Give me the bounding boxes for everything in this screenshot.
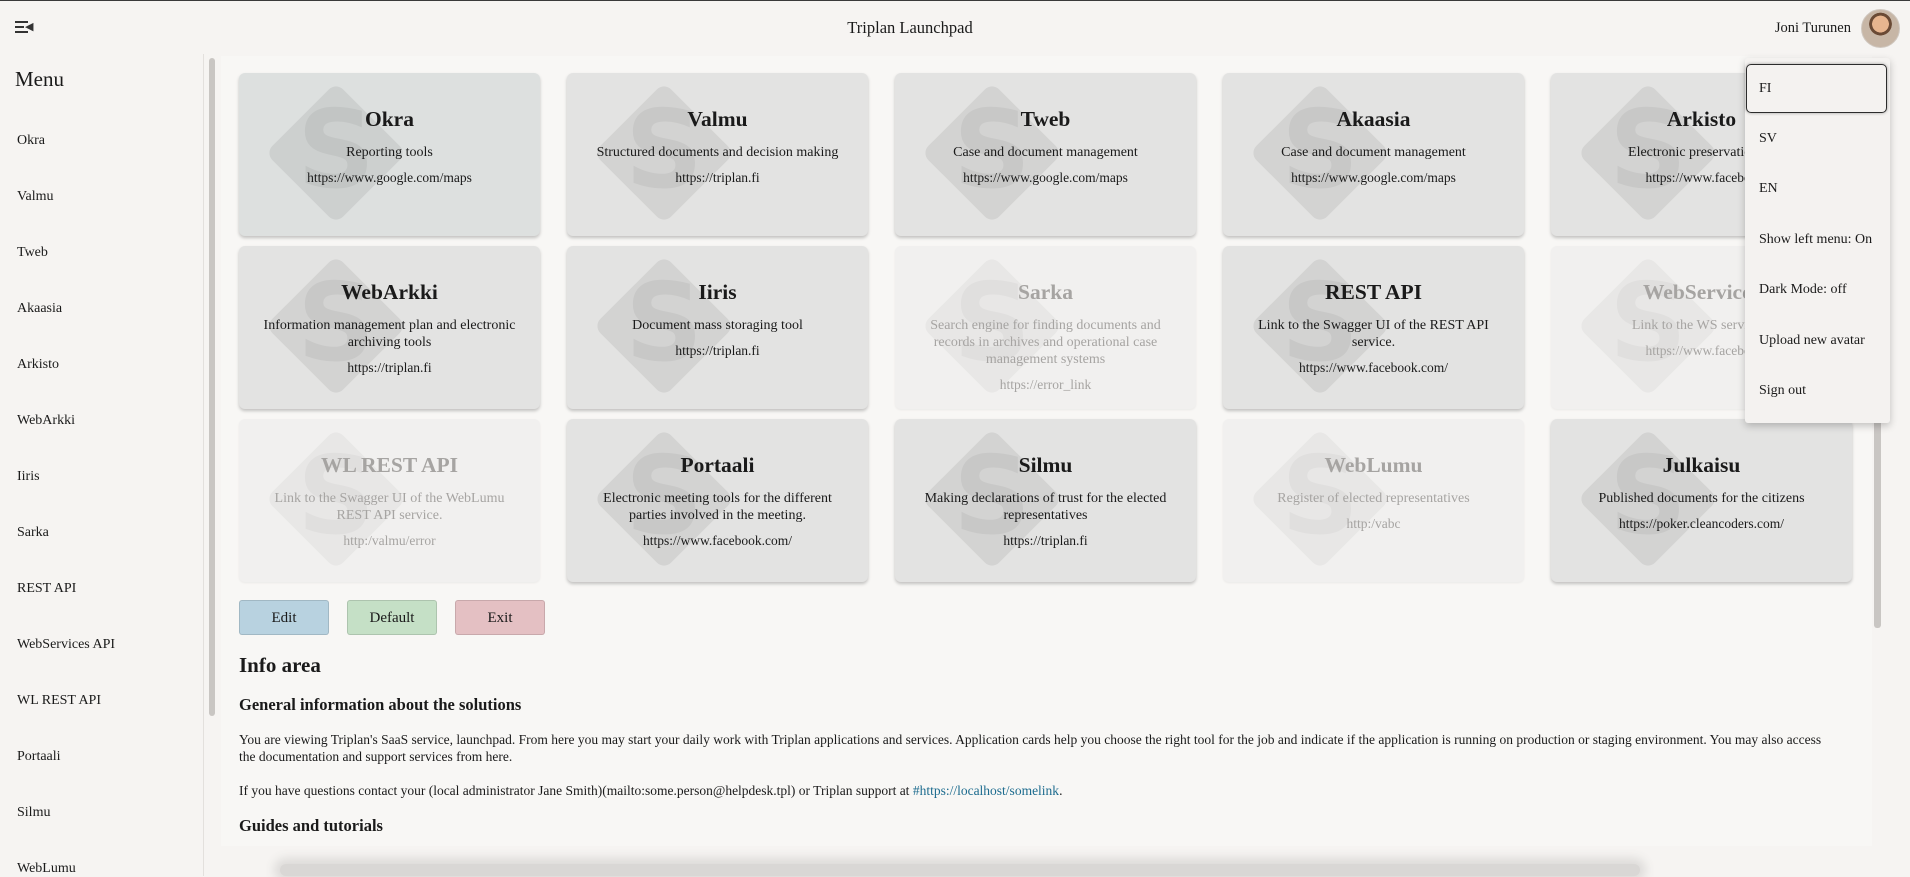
sidebar-item-valmu[interactable]: Valmu [17,189,54,205]
sidebar-item-weblumu[interactable]: WebLumu [17,861,76,877]
card-description: Document mass storaging tool [632,318,803,333]
app-card[interactable]: S Portaali Electronic meeting tools for th… [567,419,868,582]
contact-end: . [1059,783,1063,798]
upload-avatar-item[interactable]: Upload new avatar [1759,333,1865,349]
card-description: Published documents for the citizens [1598,491,1805,506]
exit-button[interactable]: Exit [455,600,545,635]
sidebar: Menu Okra Valmu Tweb Akaasia Arkisto Web… [0,54,203,876]
card-title: WebArkki [341,280,438,304]
user-dropdown-menu: FI SV EN Show left menu: On Dark Mode: o… [1745,58,1890,423]
card-url[interactable]: https://triplan.fi [247,360,532,376]
card-description: Structured documents and decision making [596,145,839,160]
sidebar-scrollbar[interactable] [209,58,215,716]
card-description: Link to the Swagger UI of the REST API s… [1258,318,1489,350]
card-url[interactable]: https://triplan.fi [903,533,1188,549]
card-url[interactable]: https://poker.cleancoders.com/ [1559,516,1844,532]
language-en[interactable]: EN [1759,181,1778,197]
language-sv[interactable]: SV [1759,131,1777,147]
card-description: Making declarations of trust for the ele… [924,491,1167,523]
card-description: Electronic meeting tools for the differe… [603,491,832,523]
app-card[interactable]: SSarkaSearch engine for finding document… [895,246,1196,409]
card-title: Sarka [1018,280,1073,304]
bottom-shadow [280,864,1640,876]
app-card[interactable]: S Akaasia Case and document management http… [1223,73,1524,236]
card-url[interactable]: https://error_link [903,377,1188,393]
sidebar-item-sarka[interactable]: Sarka [17,525,49,541]
card-title: REST API [1325,280,1422,304]
default-button[interactable]: Default [347,600,437,635]
user-name[interactable]: Joni Turunen [1775,20,1851,37]
sidebar-item-iiris[interactable]: Iiris [17,469,40,485]
sidebar-item-silmu[interactable]: Silmu [17,805,50,821]
card-url[interactable]: http:/vabc [1231,516,1516,532]
card-description: Case and document management [1281,145,1466,160]
card-url[interactable]: https://www.google.com/maps [247,170,532,186]
info-paragraph: You are viewing Triplan's SaaS service, … [239,732,1822,764]
app-card[interactable]: SWL REST APILink to the Swagger UI of th… [239,419,540,582]
card-title: WebLumu [1324,453,1423,477]
show-left-menu-toggle[interactable]: Show left menu: On [1759,232,1872,248]
app-card[interactable]: S Julkaisu Published documents for the cit… [1551,419,1852,582]
info-area-title: Info area [239,653,321,677]
language-fi[interactable]: FI [1759,81,1771,97]
sidebar-item-arkisto[interactable]: Arkisto [17,357,59,373]
edit-button[interactable]: Edit [239,600,329,635]
card-url[interactable]: https://www.google.com/maps [1231,170,1516,186]
app-card[interactable]: S Iiris Document mass storaging tool https:… [567,246,868,409]
card-description: Register of elected representatives [1277,491,1470,506]
dark-mode-toggle[interactable]: Dark Mode: off [1759,282,1847,298]
card-description: Case and document management [953,145,1138,160]
card-url[interactable]: https://triplan.fi [575,170,860,186]
app-card[interactable]: S WebArkki Information management plan and… [239,246,540,409]
card-title: Tweb [1020,107,1071,131]
app-card[interactable]: S Tweb Case and document management https:/… [895,73,1196,236]
card-url[interactable]: https://www.google.com/maps [903,170,1188,186]
card-url[interactable]: http:/valmu/error [247,533,532,549]
card-title: Julkaisu [1662,453,1741,477]
sidebar-item-okra[interactable]: Okra [17,133,45,149]
app-card[interactable]: SWebLumuRegister of elected representati… [1223,419,1524,582]
card-description: Information management plan and electron… [263,318,516,350]
sidebar-item-webservices-api[interactable]: WebServices API [17,637,115,653]
sidebar-item-webarkki[interactable]: WebArkki [17,413,75,429]
card-title: Akaasia [1336,107,1411,131]
card-title: Okra [365,107,414,131]
app-card[interactable]: S Valmu Structured documents and decision … [567,73,868,236]
card-description: Search engine for finding documents and … [930,318,1161,367]
sidebar-divider [203,54,204,876]
sidebar-item-portaali[interactable]: Portaali [17,749,61,765]
guides-title: Guides and tutorials [239,816,383,835]
contact-text: If you have questions contact your (loca… [239,783,913,798]
card-url[interactable]: https://www.facebook.com/ [575,533,860,549]
menu-heading: Menu [15,67,64,91]
sidebar-item-wl-rest-api[interactable]: WL REST API [17,693,101,709]
card-title: Silmu [1018,453,1073,477]
info-subtitle: General information about the solutions [239,695,522,714]
contact-paragraph: If you have questions contact your (loca… [239,783,1062,799]
card-title: Valmu [687,107,748,131]
card-url[interactable]: https://www.facebook.com/ [1231,360,1516,376]
card-title: WL REST API [320,453,459,477]
app-card[interactable]: S REST API Link to the Swagger UI of the R… [1223,246,1524,409]
sidebar-item-akaasia[interactable]: Akaasia [17,301,62,317]
card-title: Iiris [698,280,737,304]
card-title: Portaali [680,453,755,477]
card-description: Reporting tools [346,145,433,160]
card-url[interactable]: https://triplan.fi [575,343,860,359]
app-title: Triplan Launchpad [847,18,973,37]
app-card[interactable]: S Silmu Making declarations of trust for t… [895,419,1196,582]
sign-out-item[interactable]: Sign out [1759,383,1806,399]
sidebar-item-rest-api[interactable]: REST API [17,581,76,597]
app-card[interactable]: S Okra Reporting tools https://www.google.c… [239,73,540,236]
card-description: Link to the Swagger UI of the WebLumu RE… [274,491,505,523]
support-link[interactable]: #https://localhost/somelink [913,783,1059,798]
sidebar-item-tweb[interactable]: Tweb [17,245,48,261]
top-bar: ◀ Triplan Launchpad Joni Turunen [0,0,1910,54]
avatar[interactable] [1861,9,1900,48]
